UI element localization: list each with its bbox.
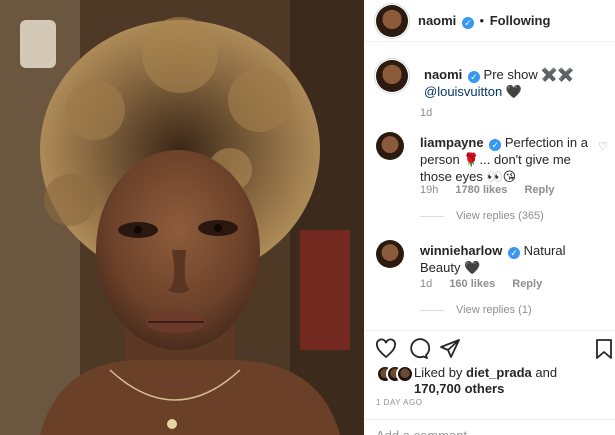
- post-header: naomi ✓ • Following: [364, 0, 615, 42]
- header-separator: •: [479, 13, 485, 28]
- comment-likes[interactable]: 1780 likes: [455, 184, 507, 196]
- verified-badge-icon: ✓: [507, 247, 520, 259]
- portrait-illustration: [0, 0, 364, 435]
- verified-badge-icon: ✓: [461, 17, 474, 29]
- comment-meta: 19h 1780 likes Reply: [420, 184, 568, 196]
- comment-time[interactable]: 19h: [420, 184, 438, 196]
- caption-mention-link[interactable]: @louisvuitton: [424, 84, 502, 99]
- likes-count-link[interactable]: 170,700 others: [414, 381, 504, 396]
- likes-and: and: [535, 365, 558, 380]
- caption-time[interactable]: 1d: [420, 107, 432, 119]
- likes-prefix: Liked by: [414, 365, 463, 380]
- heart-icon[interactable]: [374, 337, 398, 361]
- comment-text-block: winnieharlow ✓ Natural Beauty 🖤: [420, 242, 600, 276]
- add-comment-input[interactable]: Add a comment...: [364, 419, 615, 435]
- paper-plane-icon[interactable]: [438, 337, 462, 361]
- header-username[interactable]: naomi: [418, 13, 456, 28]
- verified-badge-icon: ✓: [489, 139, 502, 151]
- verified-badge-icon: ✓: [467, 71, 480, 83]
- view-replies-button[interactable]: View replies (1): [420, 304, 532, 316]
- commenter-avatar[interactable]: [376, 240, 404, 268]
- reply-button[interactable]: Reply: [524, 184, 554, 196]
- reply-button[interactable]: Reply: [512, 278, 542, 290]
- comment-username[interactable]: liampayne: [420, 135, 484, 150]
- comment-bubble-icon[interactable]: [406, 337, 430, 361]
- comment-likes[interactable]: 160 likes: [449, 278, 495, 290]
- likes-summary: Liked by diet_prada and 170,700 others: [414, 365, 557, 397]
- following-button[interactable]: Following: [490, 13, 551, 28]
- post-side-panel: naomi ✓ • Following naomi ✓ Pre show ✖️✖…: [364, 0, 615, 435]
- likes-user-link[interactable]: diet_prada: [466, 365, 532, 380]
- commenter-avatar[interactable]: [376, 132, 404, 160]
- bookmark-icon[interactable]: [592, 337, 615, 361]
- view-replies-button[interactable]: View replies (365): [420, 210, 544, 222]
- comment-time[interactable]: 1d: [420, 278, 432, 290]
- post-age[interactable]: 1 DAY AGO: [376, 398, 422, 407]
- author-avatar[interactable]: [376, 5, 408, 37]
- small-heart-icon[interactable]: ♡: [598, 140, 608, 153]
- comment-text-block: liampayne ✓ Perfection in a person 🌹... …: [420, 134, 590, 185]
- caption-emoji: 🖤: [505, 84, 523, 99]
- caption-text-block: naomi ✓ Pre show ✖️✖️ @louisvuitton 🖤: [424, 66, 614, 100]
- liker-avatars: [376, 365, 414, 383]
- caption-username[interactable]: naomi: [424, 67, 462, 82]
- header-user-line: naomi ✓ • Following: [418, 13, 550, 29]
- caption-avatar[interactable]: [376, 60, 408, 92]
- comment-meta: 1d 160 likes Reply: [420, 278, 556, 290]
- comment-username[interactable]: winnieharlow: [420, 243, 502, 258]
- liker-avatar[interactable]: [396, 365, 414, 383]
- post-photo[interactable]: [0, 0, 364, 435]
- post-actions: Liked by diet_prada and 170,700 others 1…: [364, 330, 615, 435]
- caption-text: Pre show ✖️✖️: [483, 67, 574, 82]
